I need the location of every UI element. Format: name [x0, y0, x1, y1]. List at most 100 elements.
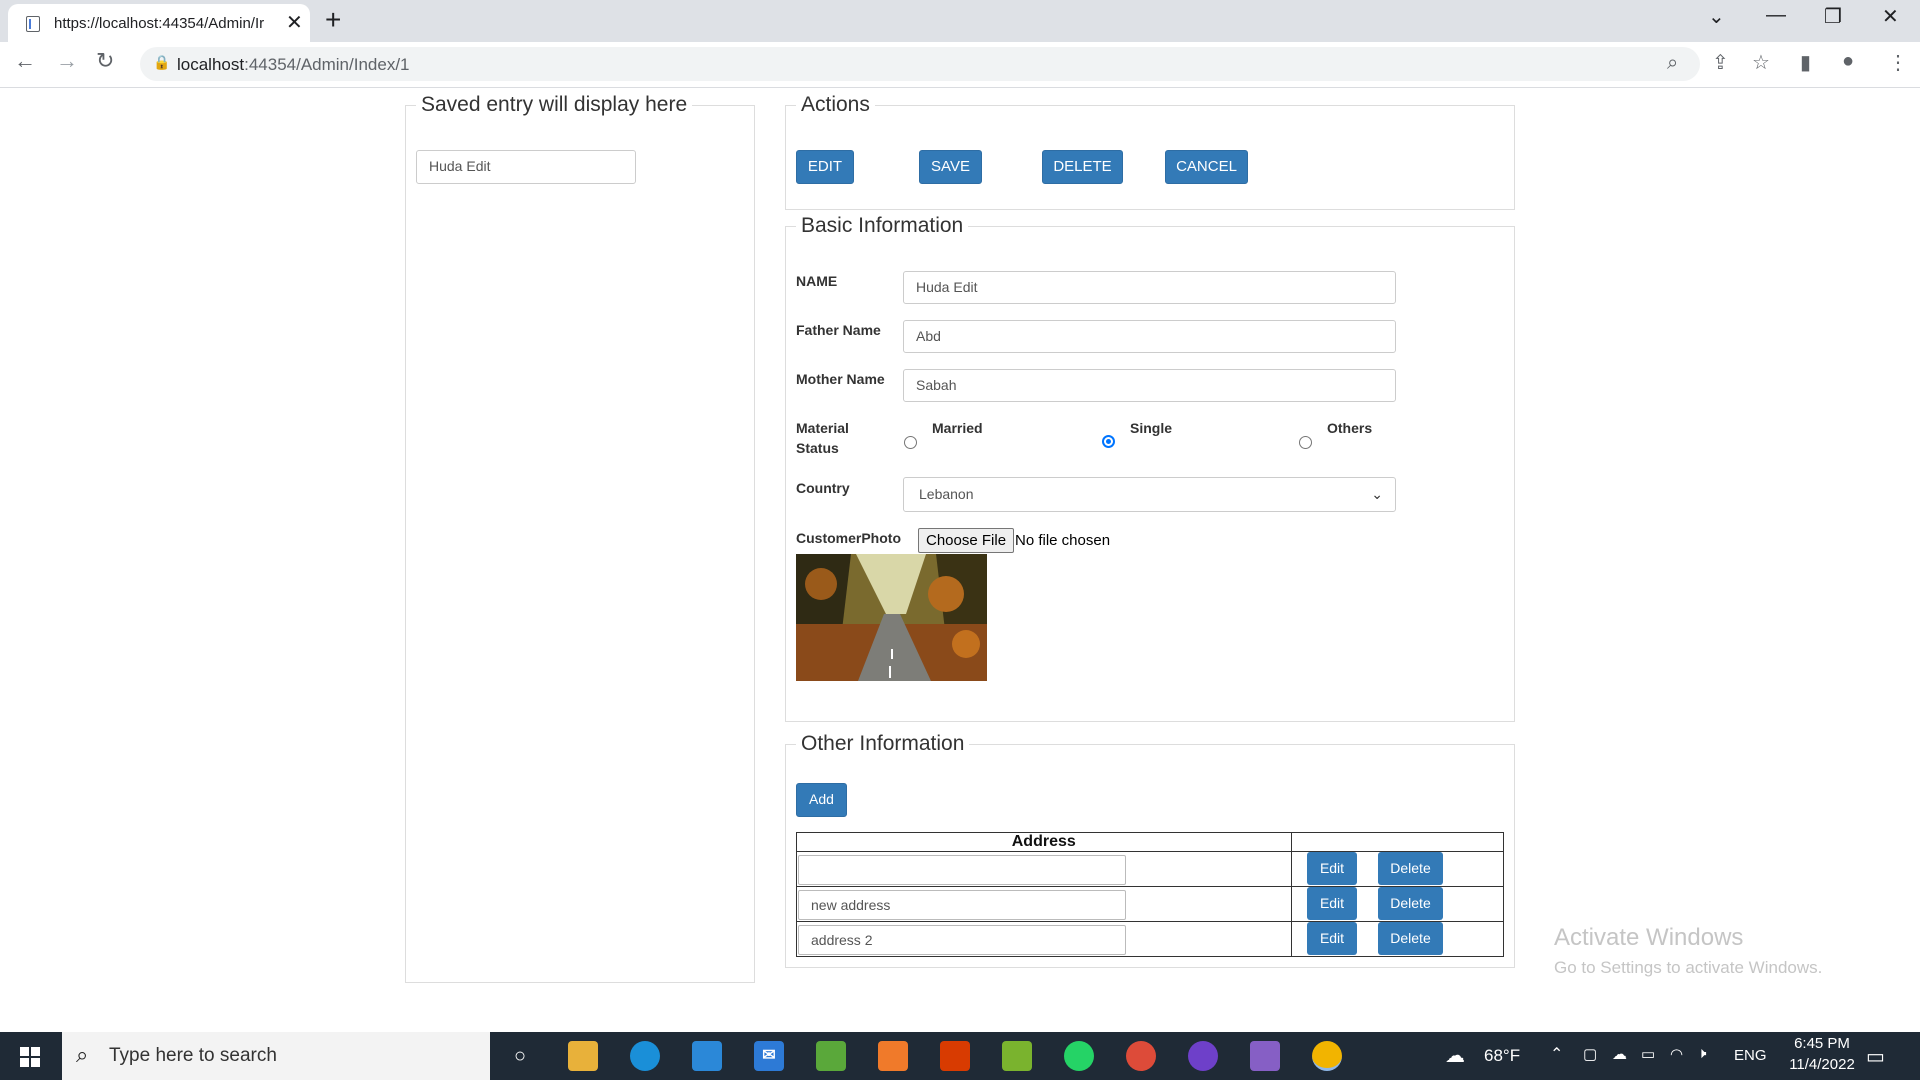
browser-tabstrip: https://localhost:44354/Admin/Ir ✕ + ⌄ —… — [0, 0, 1920, 42]
cortana-icon[interactable]: ○ — [505, 1041, 535, 1071]
bookmark-star-icon[interactable]: ☆ — [1752, 50, 1770, 75]
tab-title: https://localhost:44354/Admin/Ir — [54, 15, 265, 32]
watermark-title: Activate Windows — [1554, 924, 1744, 951]
url-text: localhost:44354/Admin/Index/1 — [177, 55, 410, 74]
basic-information-legend: Basic Information — [801, 214, 964, 237]
file-explorer-icon[interactable] — [568, 1041, 598, 1071]
mail-icon[interactable]: ✉ — [754, 1041, 784, 1071]
add-address-button[interactable]: Add — [796, 783, 847, 817]
actions-legend: Actions — [801, 93, 870, 116]
search-icon: ⌕ — [76, 1042, 89, 1067]
choose-file-button[interactable]: Choose File — [918, 528, 1015, 553]
back-arrow-icon[interactable]: ← — [14, 48, 36, 74]
forward-arrow-icon[interactable]: → — [56, 48, 78, 74]
mother-name-label: Mother Name — [796, 371, 885, 387]
browser-menu-icon[interactable]: ⋮ — [1888, 50, 1908, 75]
cancel-button[interactable]: CANCEL — [1165, 150, 1248, 184]
single-radio[interactable] — [1102, 435, 1115, 448]
address-field[interactable] — [798, 854, 1126, 885]
address-bar[interactable]: 🔒 localhost:44354/Admin/Index/1 ⌕ — [140, 47, 1700, 81]
saved-entry-panel: Saved entry will display here — [405, 93, 755, 983]
address-column-header: Address — [796, 832, 1292, 852]
chevron-down-icon: ⌄ — [1371, 486, 1383, 502]
windows-taskbar: ⌕ Type here to search ○ ✉ ☁ 68°F ⌃ ▢ ☁ ▭… — [0, 1032, 1920, 1080]
watermark-subtitle: Go to Settings to activate Windows. — [1554, 958, 1823, 977]
clock-date: 11/4/2022 — [1789, 1056, 1855, 1073]
tab-search-chevron-icon[interactable]: ⌄ — [1708, 4, 1725, 29]
address-field[interactable]: new address — [798, 889, 1126, 920]
row-delete-button[interactable]: Delete — [1378, 922, 1443, 955]
window-close-button[interactable]: ✕ — [1882, 4, 1899, 29]
name-field[interactable]: Huda Edit — [903, 271, 1396, 304]
father-name-field[interactable]: Abd — [903, 320, 1396, 353]
notepad-icon[interactable] — [816, 1041, 846, 1071]
onedrive-icon[interactable]: ☁ — [1612, 1045, 1627, 1063]
no-file-chosen-text: No file chosen — [1015, 532, 1111, 549]
country-selected-value: Lebanon — [919, 486, 974, 502]
whatsapp-icon[interactable] — [1064, 1041, 1094, 1071]
windows-start-icon[interactable] — [20, 1047, 40, 1067]
xampp-icon[interactable] — [878, 1041, 908, 1071]
edge-icon[interactable] — [630, 1041, 660, 1071]
battery-icon[interactable]: ▭ — [1641, 1045, 1655, 1063]
clock-time: 6:45 PM — [1794, 1035, 1850, 1052]
activate-windows-watermark: Activate Windows Go to Settings to activ… — [1554, 924, 1822, 978]
tray-chevron-up-icon[interactable]: ⌃ — [1550, 1044, 1563, 1064]
office-icon[interactable] — [940, 1041, 970, 1071]
volume-icon[interactable]: 🕨 — [1697, 1045, 1706, 1062]
row-edit-button[interactable]: Edit — [1307, 852, 1357, 885]
material-status-label: Material Status — [796, 420, 849, 456]
others-radio[interactable] — [1299, 436, 1312, 449]
name-label: NAME — [796, 273, 838, 289]
new-tab-button[interactable]: + — [325, 4, 341, 36]
address-field[interactable]: address 2 — [798, 924, 1126, 955]
meet-icon[interactable]: ▢ — [1583, 1045, 1597, 1063]
taskbar-search-placeholder: Type here to search — [109, 1045, 277, 1066]
side-panel-icon[interactable]: ▮ — [1800, 50, 1811, 75]
browser-toolbar: ← → ↻ 🔒 localhost:44354/Admin/Index/1 ⌕ … — [0, 42, 1920, 88]
edit-button[interactable]: EDIT — [796, 150, 854, 184]
actions-column-header — [1290, 832, 1505, 852]
customer-photo-label: CustomerPhoto — [796, 530, 901, 546]
saved-entry-item[interactable]: Huda Edit — [416, 150, 636, 184]
notification-icon[interactable]: ▭ — [1866, 1044, 1885, 1069]
row-edit-button[interactable]: Edit — [1307, 922, 1357, 955]
minimize-button[interactable]: — — [1766, 4, 1786, 27]
app-icon[interactable] — [1002, 1041, 1032, 1071]
page-favicon-icon — [26, 16, 40, 32]
saved-entry-legend: Saved entry will display here — [421, 93, 688, 116]
restore-button[interactable]: ❐ — [1824, 4, 1842, 29]
github-desktop-icon[interactable] — [1188, 1041, 1218, 1071]
taskbar-search-box[interactable]: ⌕ Type here to search — [62, 1032, 490, 1080]
chrome-profile-icon[interactable] — [1126, 1041, 1156, 1071]
actions-panel: Actions — [785, 93, 1515, 210]
zoom-icon[interactable]: ⌕ — [1667, 52, 1678, 75]
store-icon[interactable] — [692, 1041, 722, 1071]
others-label: Others — [1327, 420, 1373, 436]
save-button[interactable]: SAVE — [919, 150, 982, 184]
row-edit-button[interactable]: Edit — [1307, 887, 1357, 920]
married-radio[interactable] — [904, 436, 917, 449]
father-name-label: Father Name — [796, 322, 881, 338]
row-delete-button[interactable]: Delete — [1378, 852, 1443, 885]
language-indicator[interactable]: ENG — [1734, 1047, 1767, 1064]
married-label: Married — [932, 420, 983, 436]
reload-icon[interactable]: ↻ — [96, 48, 114, 74]
country-label: Country — [796, 480, 850, 496]
chrome-icon[interactable] — [1312, 1041, 1342, 1071]
mother-name-field[interactable]: Sabah — [903, 369, 1396, 402]
profile-avatar-icon[interactable]: ● — [1842, 50, 1854, 73]
share-icon[interactable]: ⇪ — [1712, 50, 1729, 75]
visual-studio-icon[interactable] — [1250, 1041, 1280, 1071]
delete-button[interactable]: DELETE — [1042, 150, 1123, 184]
lock-icon: 🔒 — [153, 54, 171, 70]
row-delete-button[interactable]: Delete — [1378, 887, 1443, 920]
browser-tab[interactable]: https://localhost:44354/Admin/Ir ✕ — [8, 4, 310, 42]
tab-close-icon[interactable]: ✕ — [286, 10, 303, 35]
weather-cloud-icon[interactable]: ☁ — [1445, 1043, 1465, 1068]
weather-temperature[interactable]: 68°F — [1484, 1046, 1520, 1066]
country-select[interactable]: Lebanon ⌄ — [903, 477, 1396, 512]
clock[interactable]: 6:45 PM 11/4/2022 — [1788, 1035, 1856, 1073]
wifi-icon[interactable]: ◠ — [1670, 1045, 1683, 1063]
customer-photo-image — [796, 554, 987, 681]
